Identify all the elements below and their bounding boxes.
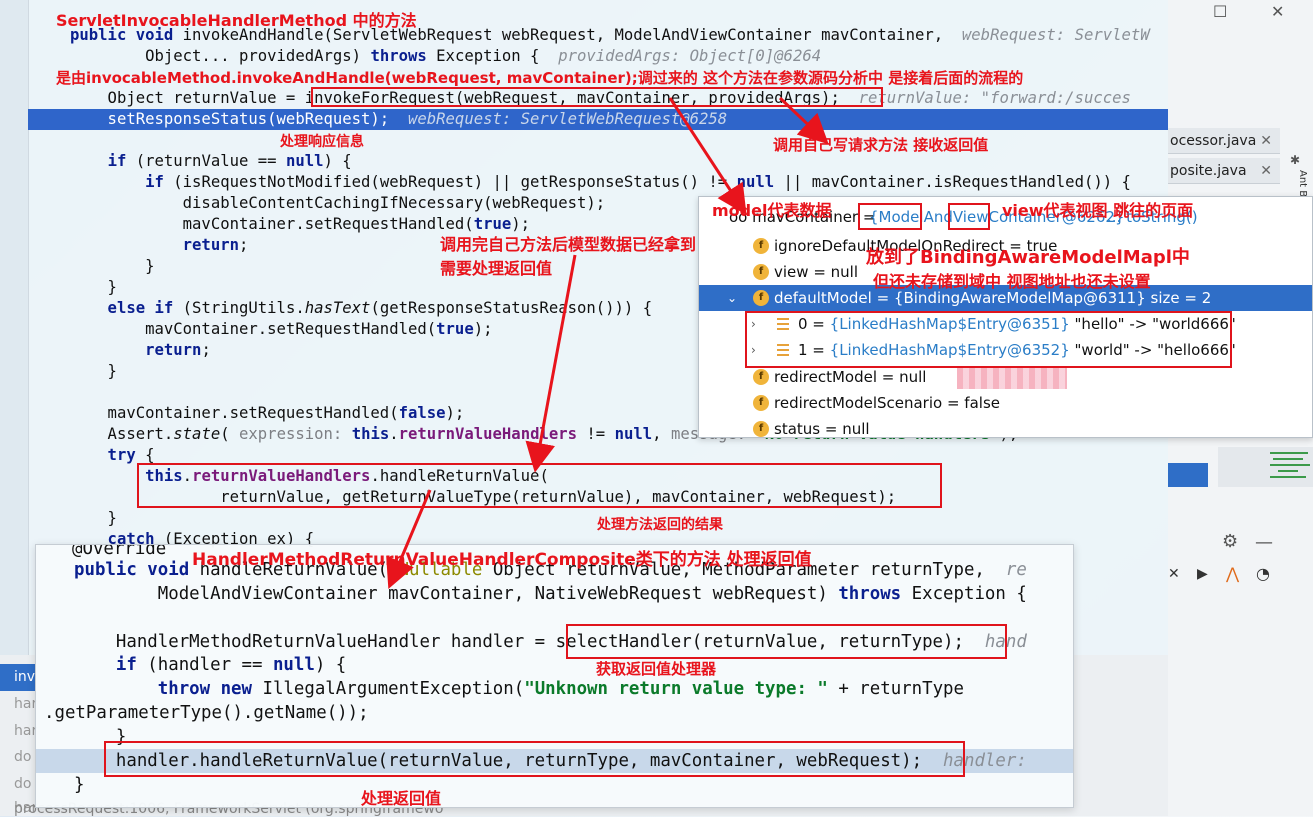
annotation-handle-return: 处理返回值 bbox=[361, 789, 442, 808]
annotation-class-method: ServletInvocableHandlerMethod 中的方法 bbox=[56, 11, 417, 30]
annotation-need-handle: 需要处理返回值 bbox=[440, 259, 553, 278]
annotation-binding-model-map: 放到了BindingAwareModelMapl中 bbox=[866, 247, 1190, 268]
annotation-view-page: view代表视图 跳往的页面 bbox=[1002, 201, 1194, 220]
annotation-model-data: model代表数据 bbox=[712, 201, 832, 220]
annotation-get-handler: 获取返回值处理器 bbox=[596, 660, 717, 678]
annotation-arrows bbox=[386, 96, 829, 590]
annotation-model-got: 调用完自己方法后模型数据已经拿到 bbox=[440, 235, 697, 254]
annotation-handle-result: 处理方法返回的结果 bbox=[597, 517, 723, 533]
annotation-not-stored: 但还未存储到域中 视图地址也还未设置 bbox=[873, 272, 1151, 291]
annotation-call-own-method: 调用自己写请求方法 接收返回值 bbox=[773, 136, 989, 154]
annotation-handle-response: 处理响应信息 bbox=[280, 134, 364, 150]
annotation-call-origin: 是由invocableMethod.invokeAndHandle(webReq… bbox=[56, 69, 1024, 87]
annotation-composite-method: HandlerMethodReturnValueHandlerComposite… bbox=[192, 550, 812, 570]
